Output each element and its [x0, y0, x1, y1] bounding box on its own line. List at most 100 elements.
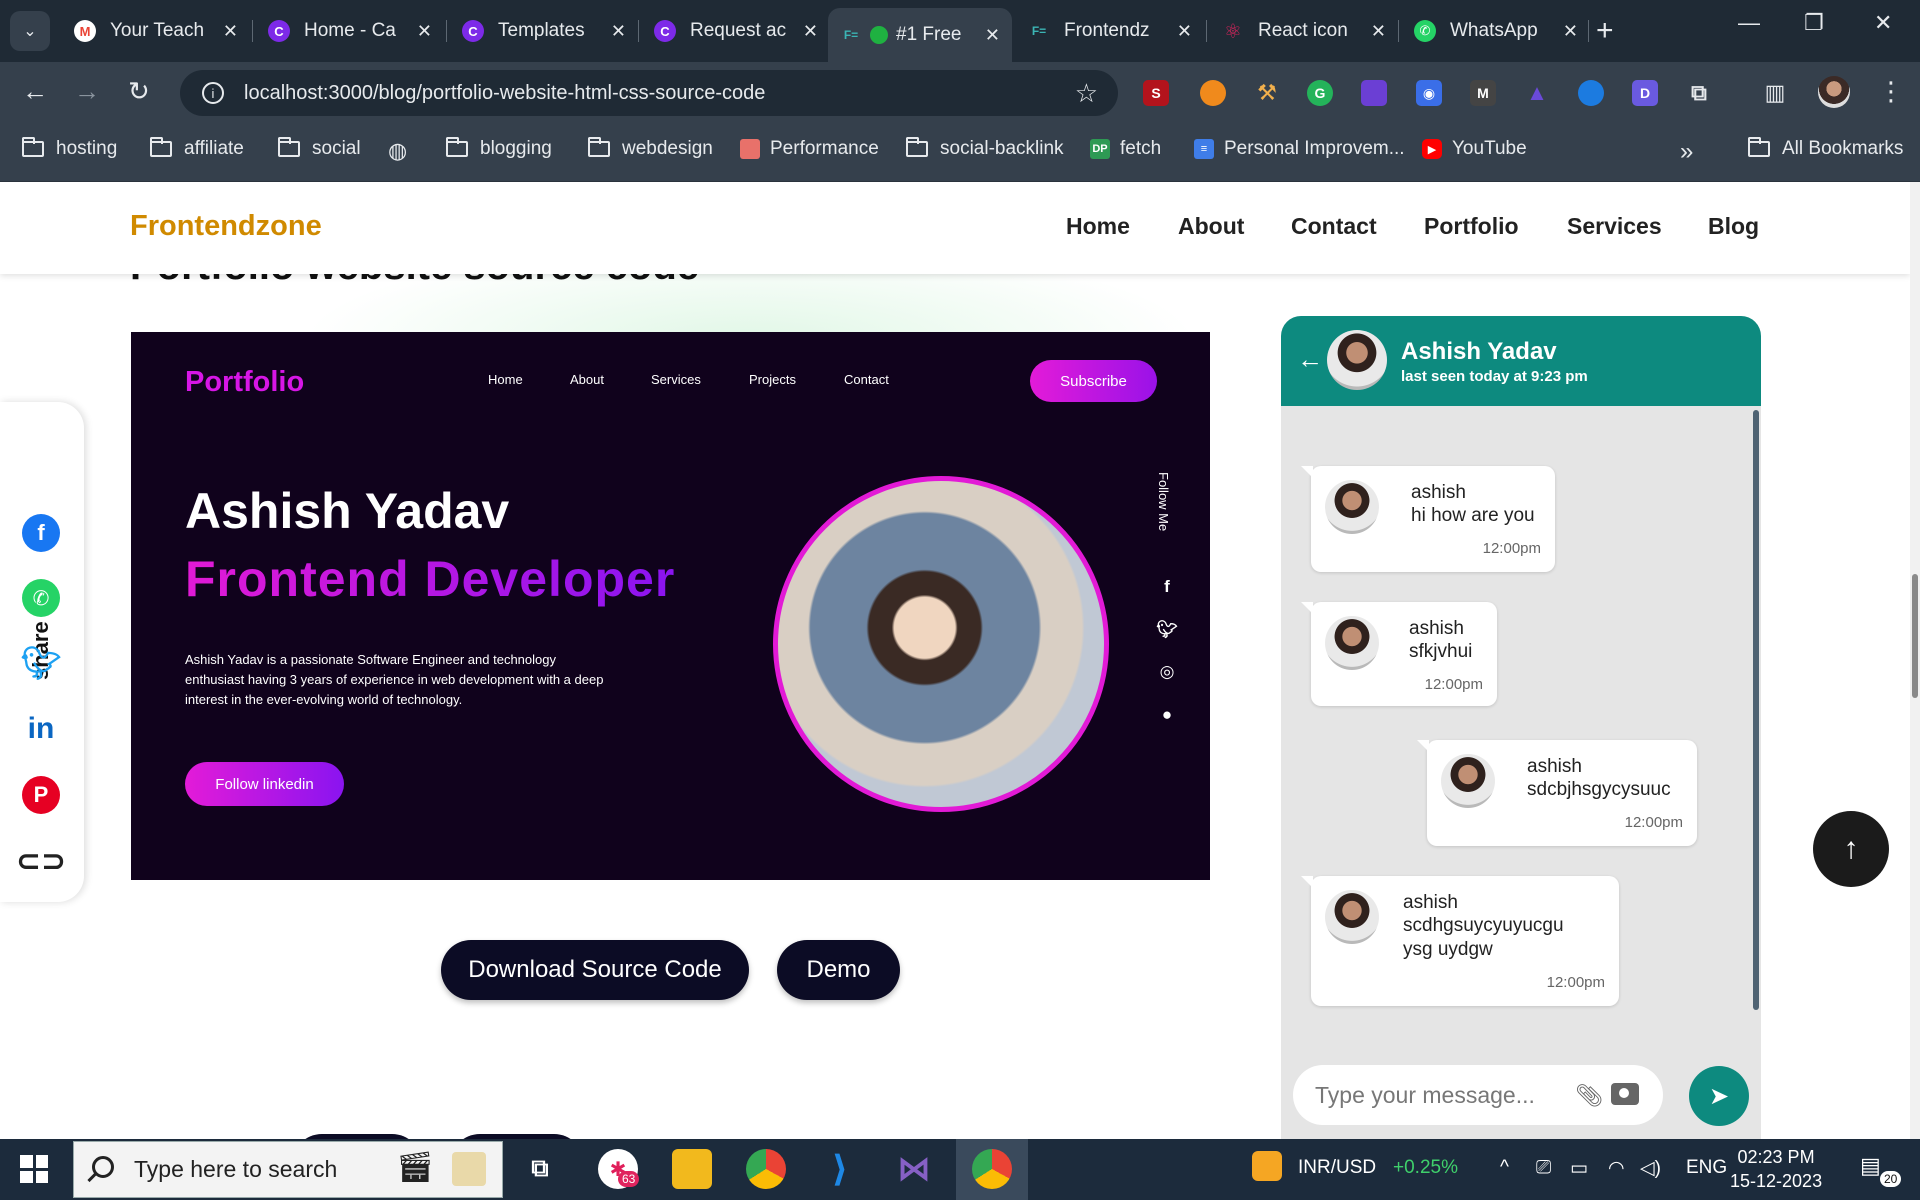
extension-purple-icon[interactable] [1361, 80, 1387, 106]
close-icon[interactable]: ✕ [1371, 21, 1386, 42]
close-icon[interactable]: ✕ [223, 21, 238, 42]
volume-icon[interactable]: ◁) [1640, 1157, 1661, 1180]
extension-orange-icon[interactable] [1200, 80, 1226, 106]
nav-contact[interactable]: Contact [1291, 213, 1377, 240]
bookmark-personal-improvement[interactable]: ≡ Personal Improvem... [1194, 138, 1405, 160]
nav-about[interactable]: About [1178, 213, 1244, 240]
profile-avatar[interactable] [1818, 76, 1850, 108]
extension-wolf-icon[interactable]: ▲ [1524, 80, 1550, 106]
bookmark-folder-social-backlink[interactable]: social-backlink [906, 137, 1064, 160]
bookmark-performance[interactable]: Performance [740, 138, 879, 160]
file-explorer-icon[interactable] [672, 1149, 712, 1189]
tab-react-icons[interactable]: ⚛ React icon ✕ [1210, 8, 1398, 54]
extension-tools-icon[interactable]: ⚒ [1254, 80, 1280, 106]
bookmark-label: All Bookmarks [1782, 138, 1904, 159]
scroll-to-top-button[interactable]: ↑ [1813, 811, 1889, 887]
tab-canva-request[interactable]: C Request ac ✕ [642, 8, 830, 54]
new-tab-button[interactable]: + [1596, 14, 1614, 48]
side-panel-icon[interactable]: ▥ [1762, 80, 1788, 106]
ticker-label[interactable]: INR/USD [1298, 1157, 1376, 1179]
attachment-icon[interactable]: 📎︎ [1575, 1083, 1603, 1109]
clock-date: 15-12-2023 [1730, 1171, 1823, 1191]
reload-icon[interactable]: ↻ [128, 76, 150, 107]
wifi-icon[interactable]: ◠ [1608, 1157, 1625, 1180]
send-button[interactable]: ➤ [1689, 1066, 1749, 1126]
back-icon[interactable]: ← [22, 76, 48, 107]
nav-blog[interactable]: Blog [1708, 213, 1759, 240]
meet-now-icon[interactable]: ⎚ [1536, 1157, 1551, 1179]
address-bar[interactable]: i localhost:3000/blog/portfolio-website-… [180, 70, 1118, 116]
extension-s-icon[interactable]: S [1143, 80, 1169, 106]
windows-start-icon[interactable] [20, 1155, 48, 1183]
site-info-icon[interactable]: i [202, 82, 224, 104]
chat-scrollbar[interactable] [1753, 410, 1759, 1010]
bookmark-folder-blogging[interactable]: blogging [446, 137, 552, 160]
extension-m-icon[interactable]: M [1470, 80, 1496, 106]
extension-screen-icon[interactable]: ◉ [1416, 80, 1442, 106]
globe-icon[interactable]: ◍ [388, 138, 407, 164]
back-arrow-icon[interactable]: ← [1297, 344, 1323, 375]
tab-canva-home[interactable]: C Home - Ca ✕ [256, 8, 444, 54]
site-brand[interactable]: Frontendzone [130, 210, 322, 243]
bookmarks-overflow-icon[interactable]: » [1680, 138, 1693, 166]
restore-icon[interactable]: ❐ [1804, 10, 1824, 36]
close-icon[interactable]: ✕ [1177, 21, 1192, 42]
task-view-icon[interactable]: ⧉ [520, 1149, 560, 1189]
bookmark-youtube[interactable]: ▶ YouTube [1422, 138, 1527, 160]
bookmark-folder-webdesign[interactable]: webdesign [588, 137, 713, 160]
all-bookmarks[interactable]: All Bookmarks [1748, 137, 1904, 160]
tab-frontendzone-active[interactable]: F= #1 Free ✕ [828, 8, 1012, 62]
minimize-icon[interactable]: — [1738, 10, 1760, 36]
notification-icon[interactable]: ▤ [1860, 1153, 1881, 1179]
taskbar-search[interactable]: Type here to search 🎬︎ [73, 1141, 503, 1198]
close-icon[interactable]: ✕ [803, 21, 818, 42]
whatsapp-icon[interactable]: ✆ [22, 579, 60, 617]
page-scrollbar[interactable] [1910, 182, 1920, 1139]
tab-gmail[interactable]: M Your Teach ✕ [62, 8, 250, 54]
bookmark-folder-social[interactable]: social [278, 137, 361, 160]
whatsapp-icon: ✆ [1414, 20, 1436, 42]
pinterest-icon[interactable]: P [22, 776, 60, 814]
link-icon[interactable]: ⊂⊃ [16, 842, 66, 880]
nav-services[interactable]: Services [1567, 213, 1662, 240]
grammarly-icon[interactable]: G [1307, 80, 1333, 106]
extension-blue-icon[interactable] [1578, 80, 1604, 106]
close-icon[interactable]: ✕ [1563, 21, 1578, 42]
tab-search-button[interactable]: ⌄ [10, 11, 50, 51]
vscode-icon[interactable]: ⟩ [820, 1148, 860, 1189]
nav-portfolio[interactable]: Portfolio [1424, 213, 1519, 240]
forward-icon[interactable]: → [74, 76, 100, 107]
bookmark-folder-hosting[interactable]: hosting [22, 137, 117, 160]
bookmark-folder-affiliate[interactable]: affiliate [150, 137, 244, 160]
stock-icon[interactable] [1252, 1151, 1282, 1181]
linkedin-icon[interactable]: in [22, 710, 60, 748]
bookmark-fetch[interactable]: DP fetch [1090, 138, 1161, 160]
battery-icon[interactable]: ▭ [1570, 1157, 1588, 1180]
bookmark-star-icon[interactable]: ☆ [1075, 78, 1098, 109]
tab-whatsapp[interactable]: ✆ WhatsApp ✕ [1402, 8, 1590, 54]
chat-header: ← Ashish Yadav last seen today at 9:23 p… [1281, 316, 1761, 406]
visual-studio-icon[interactable]: ⋈ [894, 1149, 934, 1189]
tray-chevron-icon[interactable]: ^ [1500, 1157, 1509, 1179]
extension-d-icon[interactable]: D [1632, 80, 1658, 106]
download-source-code-button[interactable]: Download Source Code [441, 940, 749, 1000]
tab-frontendzone[interactable]: F= Frontendz ✕ [1016, 8, 1204, 54]
language-indicator[interactable]: ENG [1686, 1157, 1727, 1179]
nav-home[interactable]: Home [1066, 213, 1130, 240]
scrollbar-thumb[interactable] [1912, 574, 1918, 698]
close-window-icon[interactable]: ✕ [1874, 10, 1892, 36]
close-icon[interactable]: ✕ [611, 21, 626, 42]
chrome-profile-icon[interactable] [972, 1149, 1012, 1189]
close-icon[interactable]: ✕ [985, 25, 1000, 46]
facebook-icon[interactable]: f [22, 514, 60, 552]
close-icon[interactable]: ✕ [417, 21, 432, 42]
taskbar-clock[interactable]: 02:23 PM 15-12-2023 [1730, 1145, 1822, 1193]
message-input[interactable] [1315, 1079, 1565, 1111]
menu-kebab-icon[interactable]: ⋮ [1878, 76, 1904, 107]
camera-icon[interactable] [1611, 1083, 1639, 1105]
tab-canva-templates[interactable]: C Templates ✕ [450, 8, 638, 54]
extensions-puzzle-icon[interactable]: ⧉ [1686, 80, 1712, 106]
demo-button[interactable]: Demo [777, 940, 900, 1000]
chrome-icon[interactable] [746, 1149, 786, 1189]
twitter-icon[interactable]: 🐦︎ [21, 644, 62, 682]
